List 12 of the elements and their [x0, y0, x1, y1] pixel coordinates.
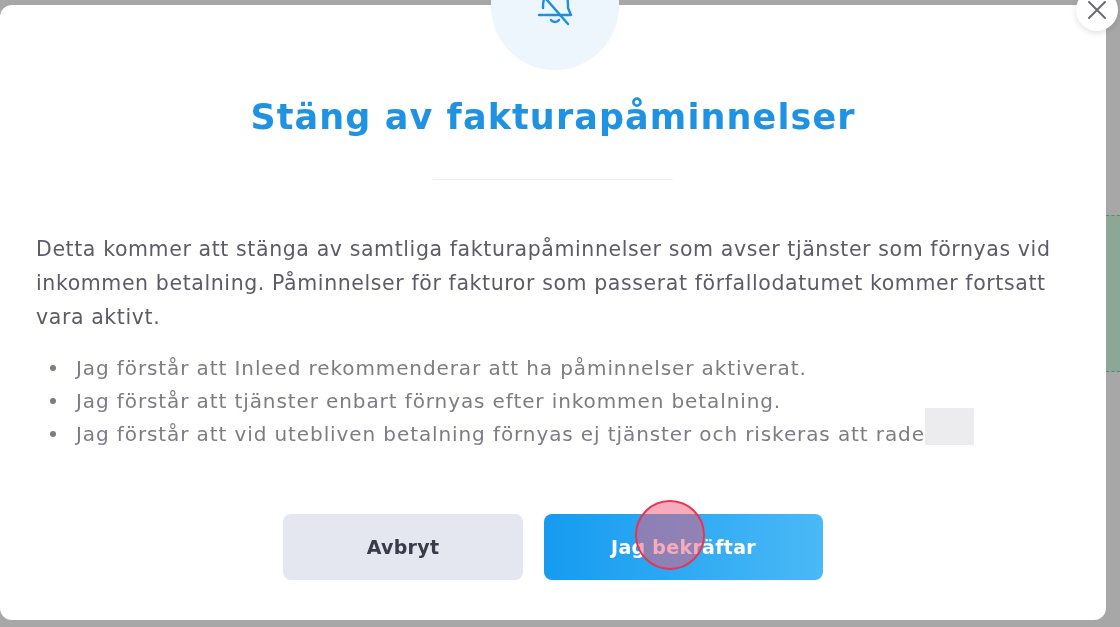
- bell-off-icon: [491, 0, 619, 70]
- cancel-button[interactable]: Avbryt: [283, 514, 523, 580]
- bullet-icon: [50, 364, 56, 371]
- description-text: Detta kommer att stänga av samtliga fakturapåminnelser som avser tjänster som förnyas vid inkommen betalning. Påminnelser för fakturor som passerat förfallodatumet kommer fortsatt vara aktivt.: [36, 236, 1052, 331]
- close-button[interactable]: [1076, 0, 1118, 31]
- close-icon: [1087, 0, 1107, 20]
- bullet-icon: [50, 430, 56, 437]
- acknowledgement-text: Jag förstår att tjänster enbart förnyas efter inkommen betalning.: [76, 388, 782, 413]
- dialog-title: Stäng av fakturapåminnelser: [250, 96, 856, 139]
- acknowledgement-text: Jag förstår att vid utebliven betalning förnyas ej tjänster och riskeras att rade: [76, 421, 925, 446]
- bullet-icon: [50, 397, 56, 404]
- acknowledgement-text: Jag förstår att Inleed rekommenderar att ha påminnelser aktiverat.: [76, 355, 807, 380]
